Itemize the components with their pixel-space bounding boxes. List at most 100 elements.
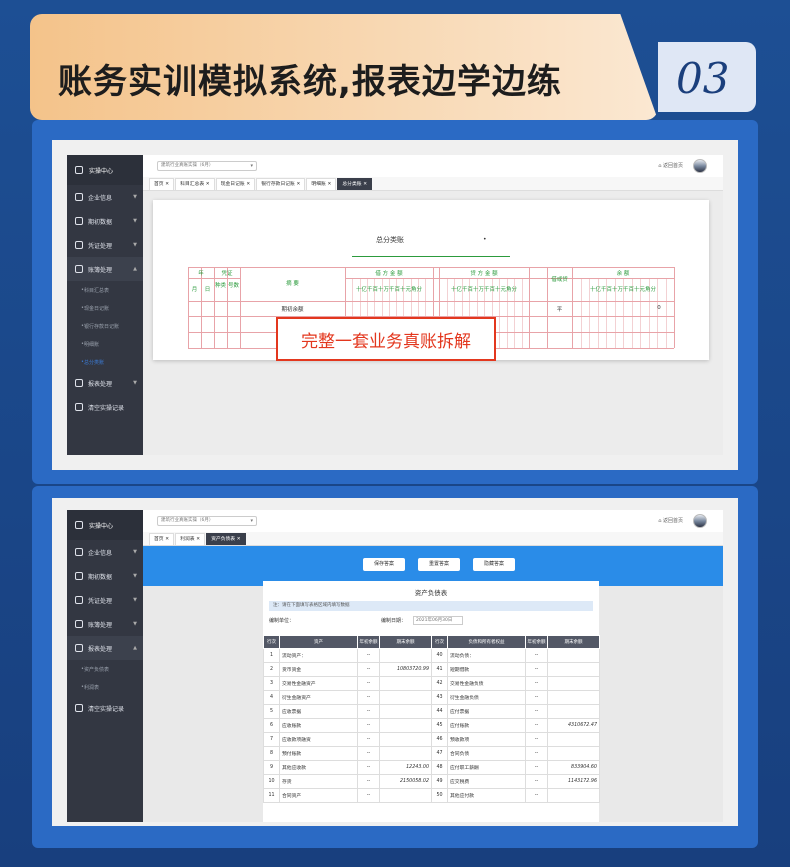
sidebar-item-company[interactable]: 企业信息 ▼: [67, 540, 143, 564]
sidebar-sub-cash[interactable]: • 现金日记账: [67, 299, 143, 317]
amount-cell[interactable]: 10803720.99: [379, 662, 432, 677]
chevron-down-icon: ▼: [133, 218, 137, 224]
avatar[interactable]: [693, 514, 707, 528]
amount-cell[interactable]: [379, 732, 432, 747]
tab-profit[interactable]: 利润表 ✕: [175, 533, 206, 545]
sidebar-item-clear[interactable]: 清空实操记录: [67, 395, 143, 419]
sidebar-sub-general[interactable]: • 总分类账: [67, 353, 143, 371]
table-cell: 48: [431, 760, 448, 775]
amount-cell[interactable]: [547, 704, 600, 719]
tab-summary[interactable]: 科目汇总表 ✕: [175, 178, 215, 190]
ledger-dot: •: [483, 236, 487, 243]
table-cell: 衍生金融资产: [279, 690, 358, 705]
sidebar-sub-profit[interactable]: • 利润表: [67, 678, 143, 696]
table-body: 1 流动资产： -- 40 流动负债： -- 2 货币资金 -- 10803720.99 41 短期借…: [263, 648, 600, 803]
sidebar-item-reports[interactable]: 报表处理 ▼: [67, 371, 143, 395]
callout-box: 完整一套业务真账拆解: [276, 317, 496, 361]
table-cell: 8: [263, 746, 280, 761]
tab-bank[interactable]: 银行存款日记账 ✕: [256, 178, 306, 190]
table-cell: 应收账款: [279, 718, 358, 733]
amount-cell[interactable]: 12243.00: [379, 760, 432, 775]
credit-digits: 十亿千百十万千百十元角分: [450, 287, 517, 293]
table-cell: 合同资产: [279, 788, 358, 803]
amount-cell[interactable]: 1143172.96: [547, 774, 600, 789]
date-field[interactable]: 2021年06月30日: [413, 616, 463, 625]
save-answer-button[interactable]: 保存答案: [363, 558, 405, 571]
amount-cell[interactable]: [379, 746, 432, 761]
table-row: 9 其他应收款 -- 12243.00 48 应付职工薪酬 -- 833904.60: [263, 760, 600, 775]
reset-answer-button[interactable]: 重置答案: [418, 558, 460, 571]
amount-cell[interactable]: [379, 718, 432, 733]
hide-answer-button[interactable]: 隐藏答案: [473, 558, 515, 571]
tab-balance[interactable]: 资产负债表 ✕: [206, 533, 246, 545]
table-cell: 应付票据: [447, 704, 526, 719]
table-cell: --: [357, 746, 380, 761]
sidebar-sub-summary[interactable]: • 科目汇总表: [67, 281, 143, 299]
balance-screen: 实操中心 企业信息 ▼ 期初数据 ▼ 凭证处理 ▼ 账簿处理 ▼ 报表处理 ▲ • 资产负…: [67, 510, 723, 822]
tab-detail[interactable]: 明细账 ✕: [306, 178, 337, 190]
amount-cell[interactable]: [547, 676, 600, 691]
sidebar-item-clear[interactable]: 清空实操记录: [67, 696, 143, 720]
table-row: 4 衍生金融资产 -- 43 衍生金融负债 --: [263, 690, 600, 705]
home-link[interactable]: ⌂ 返回首页: [658, 517, 683, 524]
table-cell: --: [357, 662, 380, 677]
sidebar-item-voucher[interactable]: 凭证处理 ▼: [67, 233, 143, 257]
sidebar-item-books[interactable]: 账簿处理 ▲: [67, 257, 143, 281]
sidebar-sub-bank[interactable]: • 银行存款日记账: [67, 317, 143, 335]
table-cell: --: [525, 704, 548, 719]
column-header: 资产: [279, 635, 358, 649]
column-header: 行次: [263, 635, 280, 649]
sidebar-item-books[interactable]: 账簿处理 ▼: [67, 612, 143, 636]
table-cell: 7: [263, 732, 280, 747]
action-bar: 保存答案 重置答案 隐藏答案: [143, 546, 723, 586]
sidebar-sub-balance[interactable]: • 资产负债表: [67, 660, 143, 678]
sidebar-item-opening[interactable]: 期初数据 ▼: [67, 209, 143, 233]
amount-cell[interactable]: 2150058.02: [379, 774, 432, 789]
amount-cell[interactable]: [547, 732, 600, 747]
sidebar-sub-detail[interactable]: • 明细账: [67, 335, 143, 353]
amount-cell[interactable]: [547, 690, 600, 705]
amount-cell[interactable]: 4310672.47: [547, 718, 600, 733]
avatar[interactable]: [693, 159, 707, 173]
tab-home[interactable]: 首页 ✕: [149, 178, 175, 190]
grid-hline: [345, 278, 581, 279]
scenario-select[interactable]: 建筑行业真账实操（6月）: [157, 161, 257, 171]
tab-cash[interactable]: 现金日记账 ✕: [215, 178, 256, 190]
amount-cell[interactable]: [379, 676, 432, 691]
amount-cell[interactable]: [379, 648, 432, 663]
table-cell: 1: [263, 648, 280, 663]
table-cell: 49: [431, 774, 448, 789]
amount-cell[interactable]: 833904.60: [547, 760, 600, 775]
scenario-select[interactable]: 建筑行业真账实操（6月）: [157, 516, 257, 526]
table-cell: 交易性金融资产: [279, 676, 358, 691]
table-cell: 交易性金融负债: [447, 676, 526, 691]
sidebar-head[interactable]: 实操中心: [67, 155, 143, 185]
sidebar-item-voucher[interactable]: 凭证处理 ▼: [67, 588, 143, 612]
amount-cell[interactable]: [379, 690, 432, 705]
report-icon: [75, 379, 83, 387]
home-link[interactable]: ⌂ 返回首页: [658, 162, 683, 169]
amount-cell[interactable]: [547, 648, 600, 663]
amount-cell[interactable]: [547, 746, 600, 761]
table-cell: --: [357, 732, 380, 747]
table-cell: 3: [263, 676, 280, 691]
checklist-icon: [75, 521, 83, 529]
sidebar-item-opening[interactable]: 期初数据 ▼: [67, 564, 143, 588]
rocket-icon: [75, 403, 83, 411]
table-cell: --: [525, 718, 548, 733]
table-cell: --: [357, 760, 380, 775]
amount-cell[interactable]: [547, 662, 600, 677]
sidebar-head[interactable]: 实操中心: [67, 510, 143, 540]
tab-home[interactable]: 首页 ✕: [149, 533, 175, 545]
tab-general[interactable]: 总分类账 ✕: [337, 178, 373, 190]
sidebar-item-reports[interactable]: 报表处理 ▲: [67, 636, 143, 660]
amount-cell[interactable]: [379, 704, 432, 719]
sidebar-item-company[interactable]: 企业信息 ▼: [67, 185, 143, 209]
table-cell: --: [525, 732, 548, 747]
table-cell: 货币资金: [279, 662, 358, 677]
ledger-row-summary: 期初余额: [281, 307, 304, 313]
voucher-icon: [75, 596, 83, 604]
amount-cell[interactable]: [379, 788, 432, 803]
day-label: 日: [204, 287, 211, 293]
amount-cell[interactable]: [547, 788, 600, 803]
